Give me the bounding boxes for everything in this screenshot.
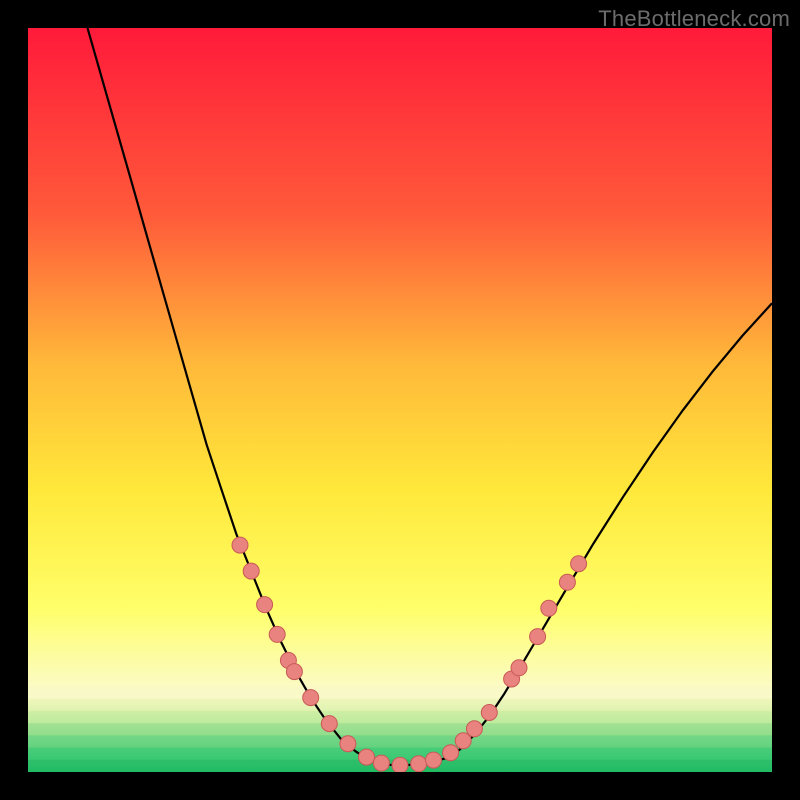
data-dot [443,745,459,761]
data-dot [340,736,356,752]
data-dot [426,752,442,768]
band [28,735,772,748]
data-dot [359,749,375,765]
data-dot [286,664,302,680]
data-dot [481,705,497,721]
watermark-text: TheBottleneck.com [598,6,790,32]
data-dot [303,690,319,706]
band [28,686,772,699]
data-dot [392,757,408,772]
data-dot [466,721,482,737]
chart-frame: TheBottleneck.com [0,0,800,800]
data-dot [571,556,587,572]
data-dot [232,537,248,553]
data-dot [411,756,427,772]
data-dot [511,660,527,676]
data-dot [530,629,546,645]
data-dot [321,716,337,732]
band [28,711,772,724]
data-dot [559,574,575,590]
data-dot [541,600,557,616]
data-dot [257,597,273,613]
band [28,699,772,712]
data-dot [243,563,259,579]
data-dot [269,626,285,642]
data-dot [373,755,389,771]
band [28,723,772,736]
gradient-background [28,28,772,772]
plot-area [28,28,772,772]
chart-svg [28,28,772,772]
data-dot [455,733,471,749]
